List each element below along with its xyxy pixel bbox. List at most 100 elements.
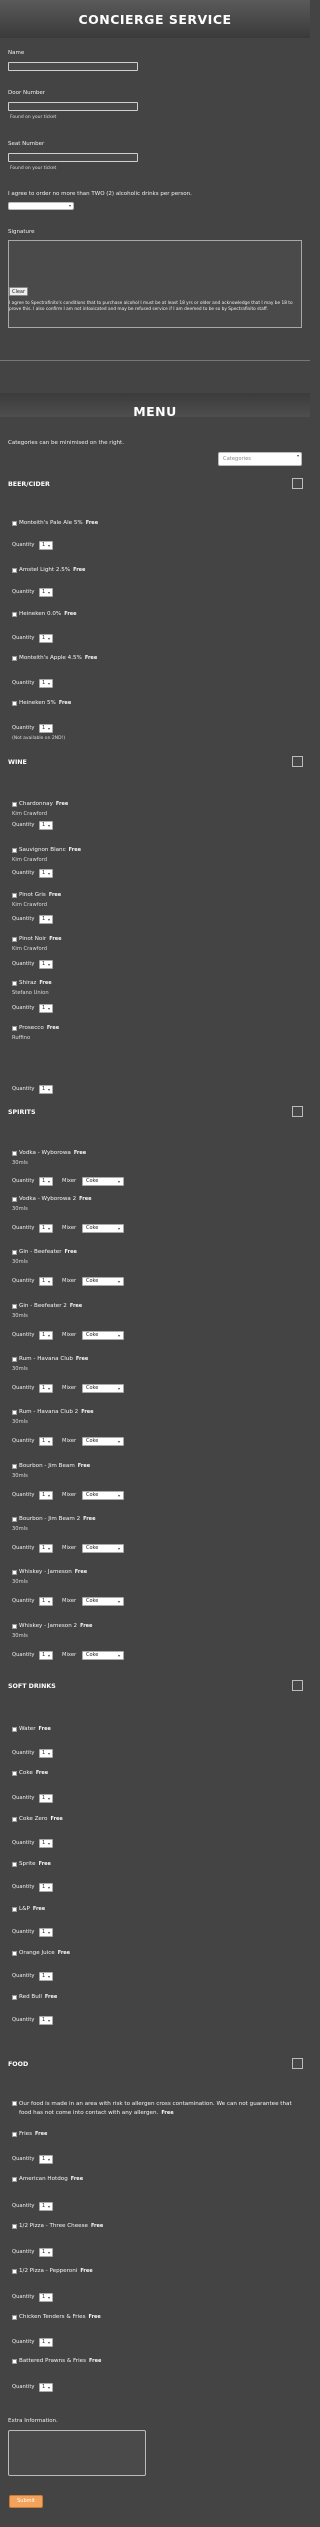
quantity-select[interactable]: 1 bbox=[39, 1883, 53, 1892]
item-checkbox[interactable] bbox=[12, 2132, 17, 2137]
quantity-select[interactable]: 1 bbox=[39, 1597, 53, 1606]
item-checkbox[interactable] bbox=[12, 1624, 17, 1629]
item-checkbox[interactable] bbox=[12, 2177, 17, 2182]
item-checkbox[interactable] bbox=[12, 1570, 17, 1575]
quantity-select[interactable]: 1 bbox=[39, 869, 53, 878]
quantity-select[interactable]: 1 bbox=[39, 1277, 53, 1286]
mixer-select[interactable]: Coke bbox=[82, 1491, 124, 1500]
item-checkbox[interactable] bbox=[12, 802, 17, 807]
category-toggle-soft-drinks[interactable] bbox=[292, 1680, 303, 1691]
item-checkbox[interactable] bbox=[12, 1464, 17, 1469]
clear-signature-button[interactable]: Clear bbox=[9, 287, 28, 296]
quantity-label: Quantity bbox=[12, 1385, 35, 1391]
quantity-select[interactable]: 1 bbox=[39, 2383, 53, 2392]
quantity-select[interactable]: 1 bbox=[39, 1331, 53, 1340]
quantity-select[interactable]: 1 bbox=[39, 960, 53, 969]
quantity-select[interactable]: 1 bbox=[39, 2155, 53, 2164]
mixer-select[interactable]: Coke bbox=[82, 1437, 124, 1446]
quantity-select[interactable]: 1 bbox=[39, 634, 53, 643]
item-checkbox[interactable] bbox=[12, 2101, 17, 2106]
quantity-select[interactable]: 1 bbox=[39, 1491, 53, 1500]
mixer-select[interactable]: Coke bbox=[82, 1331, 124, 1340]
item-checkbox[interactable] bbox=[12, 1517, 17, 1522]
category-toggle-food[interactable] bbox=[292, 2058, 303, 2069]
mixer-select[interactable]: Coke bbox=[82, 1177, 124, 1186]
item-checkbox[interactable] bbox=[12, 2315, 17, 2320]
mixer-select[interactable]: Coke bbox=[82, 1651, 124, 1660]
item-checkbox[interactable] bbox=[12, 2359, 17, 2364]
category-filter-select[interactable]: Categories bbox=[218, 452, 302, 466]
free-badge: Free bbox=[89, 2358, 102, 2364]
submit-button[interactable]: Submit bbox=[9, 2495, 43, 2508]
quantity-select[interactable]: 1 bbox=[39, 2248, 53, 2257]
quantity-select[interactable]: 1 bbox=[39, 2016, 53, 2025]
quantity-select[interactable]: 1 bbox=[39, 1004, 53, 1013]
quantity-select[interactable]: 1 bbox=[39, 1177, 53, 1186]
item-checkbox[interactable] bbox=[12, 1250, 17, 1255]
category-toggle-wine[interactable] bbox=[292, 756, 303, 767]
mixer-select[interactable]: Coke bbox=[82, 1277, 124, 1286]
item-checkbox[interactable] bbox=[12, 701, 17, 706]
item-checkbox[interactable] bbox=[12, 1357, 17, 1362]
quantity-select[interactable]: 1 bbox=[39, 2202, 53, 2211]
free-badge: Free bbox=[38, 1726, 51, 1732]
quantity-select[interactable]: 1 bbox=[39, 541, 53, 550]
item-checkbox[interactable] bbox=[12, 1026, 17, 1031]
item-checkbox[interactable] bbox=[12, 848, 17, 853]
item-checkbox[interactable] bbox=[12, 656, 17, 661]
quantity-select[interactable]: 1 bbox=[39, 1085, 53, 1094]
quantity-select[interactable]: 1 bbox=[39, 2293, 53, 2302]
mixer-select[interactable]: Coke bbox=[82, 1597, 124, 1606]
mixer-select[interactable]: Coke bbox=[82, 1384, 124, 1393]
item-checkbox[interactable] bbox=[12, 1727, 17, 1732]
quantity-select[interactable]: 1 bbox=[39, 2338, 53, 2347]
seat-number-input[interactable] bbox=[8, 153, 138, 162]
item-checkbox[interactable] bbox=[12, 893, 17, 898]
item-checkbox[interactable] bbox=[12, 2269, 17, 2274]
quantity-select[interactable]: 1 bbox=[39, 915, 53, 924]
item-checkbox[interactable] bbox=[12, 2224, 17, 2229]
alcohol-agreement-select[interactable] bbox=[8, 202, 74, 210]
quantity-select[interactable]: 1 bbox=[39, 1839, 53, 1848]
quantity-select[interactable]: 1 bbox=[39, 821, 53, 830]
quantity-select[interactable]: 1 bbox=[39, 1972, 53, 1981]
category-toggle-beer-cider[interactable] bbox=[292, 478, 303, 489]
item-checkbox[interactable] bbox=[12, 1304, 17, 1309]
item-checkbox[interactable] bbox=[12, 1151, 17, 1156]
signature-pad[interactable] bbox=[8, 240, 302, 328]
door-number-label: Door Number bbox=[8, 90, 46, 96]
item-checkbox[interactable] bbox=[12, 1771, 17, 1776]
free-badge: Free bbox=[85, 520, 99, 526]
item-checkbox[interactable] bbox=[12, 981, 17, 986]
quantity-select[interactable]: 1 bbox=[39, 1437, 53, 1446]
quantity-select[interactable]: 1 bbox=[39, 1544, 53, 1553]
item-subtext: 30mls bbox=[12, 1419, 28, 1425]
name-input[interactable] bbox=[8, 62, 138, 71]
quantity-select[interactable]: 1 bbox=[39, 1384, 53, 1393]
quantity-select[interactable]: 1 bbox=[39, 1224, 53, 1233]
mixer-select[interactable]: Coke bbox=[82, 1224, 124, 1233]
item-checkbox[interactable] bbox=[12, 1907, 17, 1912]
quantity-select[interactable]: 1 bbox=[39, 1794, 53, 1803]
quantity-select[interactable]: 1 bbox=[39, 1928, 53, 1937]
item-checkbox[interactable] bbox=[12, 1862, 17, 1867]
mixer-select[interactable]: Coke bbox=[82, 1544, 124, 1553]
category-toggle-spirits[interactable] bbox=[292, 1106, 303, 1117]
item-checkbox[interactable] bbox=[12, 1817, 17, 1822]
extra-info-textarea[interactable] bbox=[8, 2430, 146, 2476]
item-name-text: Whiskey - Jameson bbox=[19, 1569, 72, 1575]
quantity-select[interactable]: 1 bbox=[39, 724, 53, 733]
door-number-input[interactable] bbox=[8, 102, 138, 111]
item-checkbox[interactable] bbox=[12, 521, 17, 526]
item-checkbox[interactable] bbox=[12, 937, 17, 942]
item-checkbox[interactable] bbox=[12, 1410, 17, 1415]
item-checkbox[interactable] bbox=[12, 612, 17, 617]
quantity-select[interactable]: 1 bbox=[39, 1651, 53, 1660]
quantity-select[interactable]: 1 bbox=[39, 1749, 53, 1758]
quantity-select[interactable]: 1 bbox=[39, 588, 53, 597]
item-checkbox[interactable] bbox=[12, 1995, 17, 2000]
item-checkbox[interactable] bbox=[12, 568, 17, 573]
quantity-select[interactable]: 1 bbox=[39, 679, 53, 688]
item-checkbox[interactable] bbox=[12, 1197, 17, 1202]
item-checkbox[interactable] bbox=[12, 1951, 17, 1956]
